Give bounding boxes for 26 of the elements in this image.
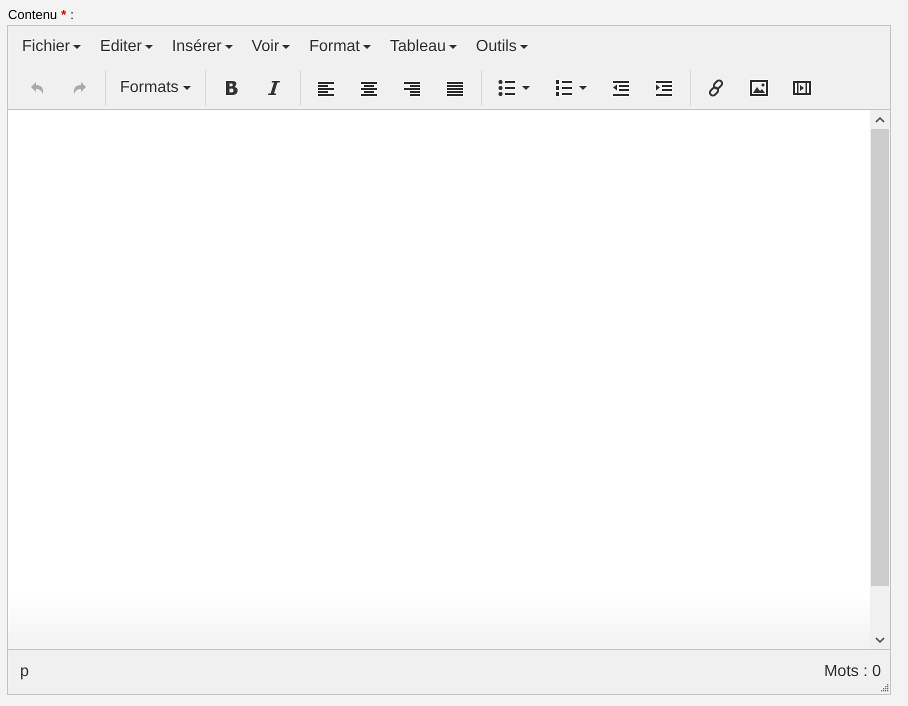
video-icon <box>793 79 812 97</box>
bullet-list-icon <box>498 79 516 97</box>
justify-icon <box>446 79 464 97</box>
field-label: Contenu <box>8 7 58 22</box>
link-icon <box>707 79 726 97</box>
menu-item[interactable]: Editer <box>91 32 163 62</box>
label-colon: : <box>70 7 74 22</box>
numbered-list-icon <box>555 79 574 97</box>
element-path[interactable]: p <box>20 663 29 681</box>
menu-item[interactable]: Fichier <box>13 32 92 62</box>
menu-item[interactable]: Format <box>300 32 381 62</box>
outdent-icon <box>612 79 630 97</box>
scrollbar[interactable] <box>870 110 890 649</box>
image-icon <box>750 79 768 97</box>
menu-item[interactable]: Insérer <box>162 32 243 62</box>
menu-item[interactable]: Outils <box>466 32 538 62</box>
indent-icon <box>655 79 674 97</box>
align-right-icon <box>403 79 422 97</box>
word-count: Mots : 0 <box>824 663 881 681</box>
align-center-icon <box>360 79 378 97</box>
formats-dropdown[interactable]: Formats <box>110 71 201 105</box>
required-mark: * <box>61 7 66 22</box>
align-left-icon <box>317 79 336 97</box>
menu-item[interactable]: Tableau <box>380 32 467 62</box>
menu-item[interactable]: Voir <box>242 32 300 62</box>
resize-handle-icon[interactable] <box>881 684 889 692</box>
